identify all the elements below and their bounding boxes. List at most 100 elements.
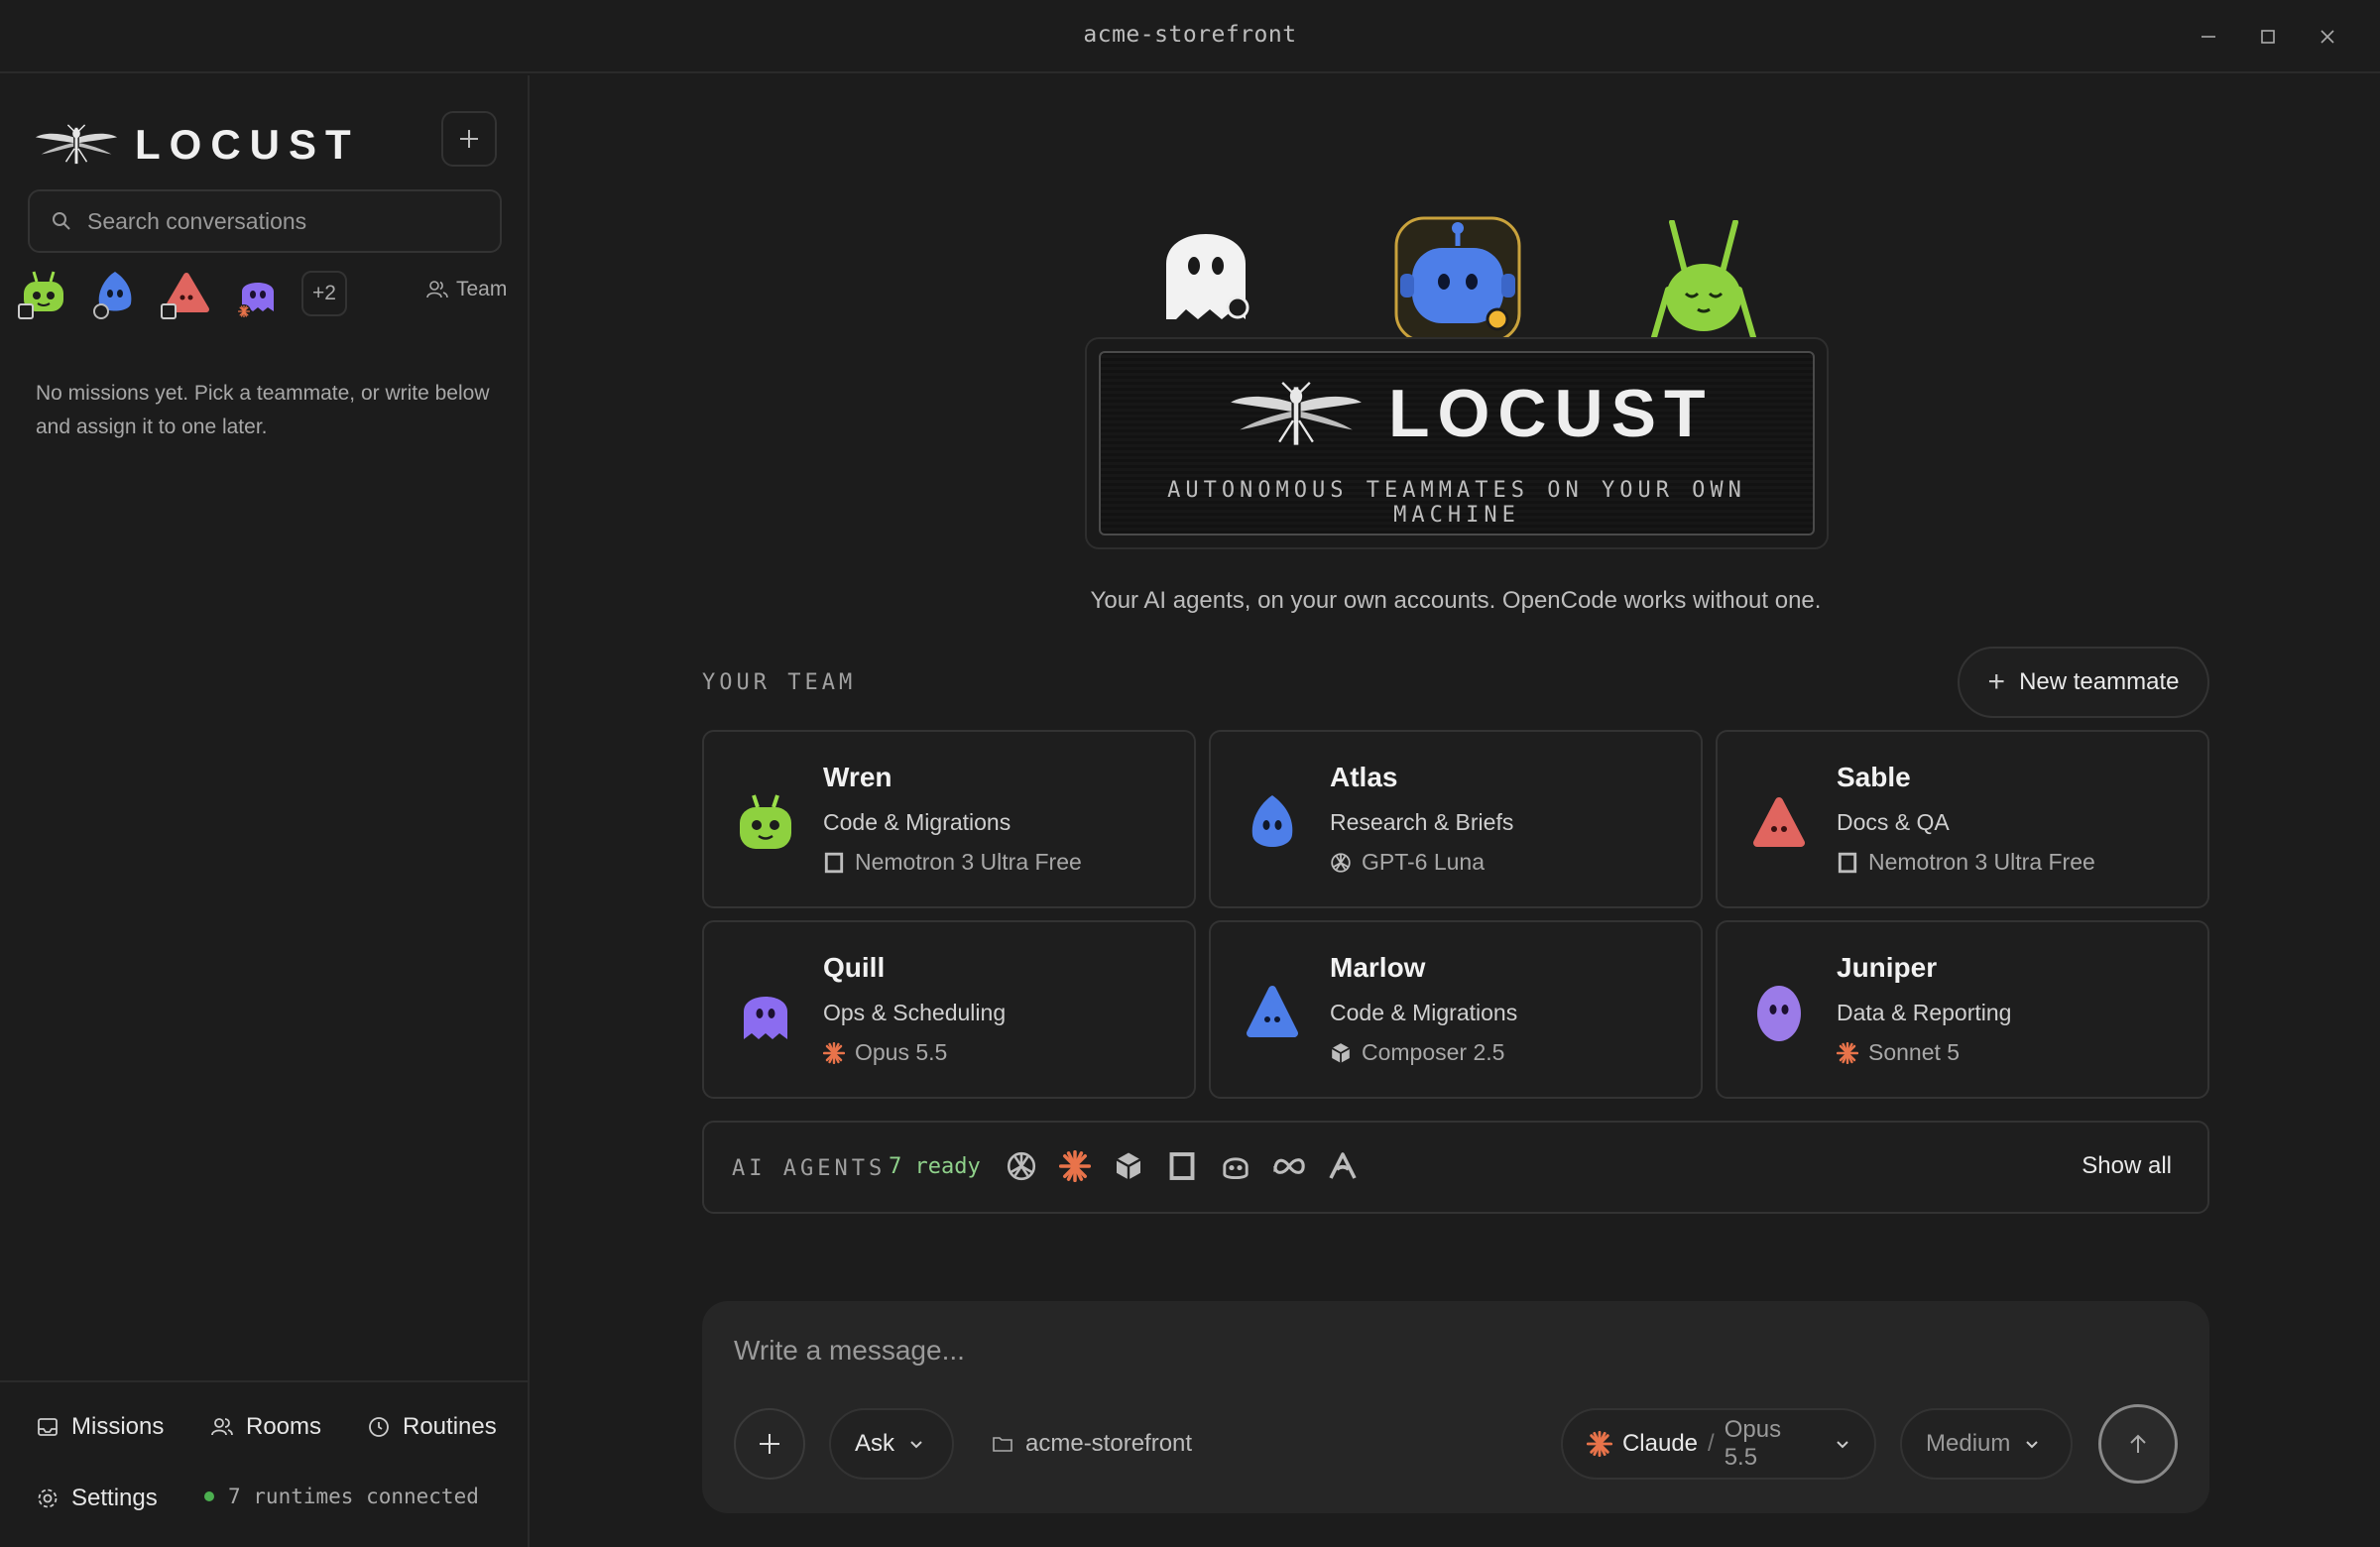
workspace-folder-label: acme-storefront — [1025, 1430, 1193, 1457]
teammate-role: Data & Reporting — [1837, 1000, 2012, 1025]
folder-icon — [993, 1437, 1012, 1452]
teammate-model: Nemotron 3 Ultra Free — [1837, 849, 2095, 876]
teammate-model-label: Sonnet 5 — [1868, 1039, 1961, 1065]
effort-select[interactable]: Medium — [1900, 1408, 2073, 1480]
teammate-model: Composer 2.5 — [1330, 1039, 1504, 1066]
message-composer: Ask acme-storefront Claude / Opus 5.5 Me… — [702, 1301, 2209, 1513]
blue-drop-icon — [1251, 795, 1293, 847]
sidebar-logo: LOCUST — [34, 115, 360, 175]
nav-rooms[interactable]: Rooms — [210, 1413, 321, 1441]
message-input[interactable] — [734, 1335, 2122, 1378]
teammate-model-label: Nemotron 3 Ultra Free — [1868, 849, 2095, 875]
provider-badge — [161, 303, 177, 319]
minimize-button[interactable] — [2192, 20, 2225, 54]
search-icon — [53, 212, 70, 230]
openai-icon[interactable] — [1004, 1148, 1039, 1184]
claude-icon — [1837, 1042, 1858, 1064]
teammate-card-sable[interactable]: Sable Docs & QA Nemotron 3 Ultra Free — [1716, 730, 2209, 908]
nav-missions-label: Missions — [71, 1413, 165, 1440]
teammate-name: Marlow — [1330, 952, 1426, 983]
search-box[interactable] — [28, 189, 502, 253]
attach-button[interactable] — [734, 1408, 805, 1480]
teammate-name: Wren — [823, 762, 892, 792]
purple-ghost-icon — [744, 997, 787, 1039]
more-teammates-count[interactable]: +2 — [301, 271, 347, 316]
mode-select[interactable]: Ask — [829, 1408, 954, 1480]
ai-agents-label: AI AGENTS — [732, 1156, 887, 1181]
ai-agents-bar: AI AGENTS 7 ready Show all — [702, 1121, 2209, 1214]
maximize-button[interactable] — [2251, 20, 2285, 54]
ai-agents-icons — [1004, 1148, 1378, 1184]
show-all-button[interactable]: Show all — [2082, 1152, 2172, 1180]
claude-icon — [1587, 1431, 1612, 1457]
nav-settings[interactable]: Settings — [36, 1485, 158, 1512]
teammate-model: GPT-6 Luna — [1330, 849, 1485, 876]
green-bug-mascot — [1651, 220, 1756, 339]
new-conversation-button[interactable] — [441, 111, 497, 167]
plus-icon — [460, 130, 478, 148]
avatar-atlas[interactable] — [87, 266, 143, 321]
arrow-a-icon[interactable] — [1325, 1148, 1361, 1184]
plus-icon — [760, 1434, 779, 1454]
maximize-icon — [2261, 30, 2275, 44]
red-triangle-icon — [1753, 797, 1805, 847]
status-dot — [204, 1491, 214, 1501]
meta-icon[interactable] — [1271, 1148, 1307, 1184]
nav-settings-label: Settings — [71, 1485, 158, 1511]
provider-badge — [18, 303, 34, 319]
green-robot-icon — [740, 794, 791, 849]
purple-ghost-icon — [237, 283, 274, 318]
square-icon[interactable] — [1164, 1148, 1200, 1184]
team-link[interactable]: Team — [426, 278, 507, 301]
ai-agents-ready: 7 ready — [889, 1154, 981, 1179]
runtime-status: 7 runtimes connected — [204, 1485, 479, 1508]
inbox-icon — [38, 1418, 58, 1436]
chevron-down-icon — [2026, 1441, 2039, 1449]
cube-icon — [1330, 1042, 1352, 1064]
model-select[interactable]: Claude / Opus 5.5 — [1561, 1408, 1876, 1480]
workspace-folder[interactable]: acme-storefront — [992, 1430, 1192, 1458]
teammate-name: Quill — [823, 952, 886, 983]
team-section-label: YOUR TEAM — [702, 670, 857, 695]
teammate-role: Code & Migrations — [1330, 1000, 1518, 1025]
teammate-card-atlas[interactable]: Atlas Research & Briefs GPT-6 Luna — [1209, 730, 1703, 908]
nav-routines-label: Routines — [403, 1413, 497, 1440]
nav-missions[interactable]: Missions — [36, 1413, 164, 1441]
teammate-role: Docs & QA — [1837, 809, 1950, 835]
avatar-wren[interactable] — [16, 266, 71, 321]
teammate-role: Research & Briefs — [1330, 809, 1514, 835]
teammate-card-juniper[interactable]: Juniper Data & Reporting Sonnet 5 — [1716, 920, 2209, 1099]
users-icon — [426, 281, 448, 298]
close-button[interactable] — [2311, 20, 2344, 54]
hero-brand: LOCUST — [1388, 376, 1714, 451]
claude-icon[interactable] — [1057, 1148, 1093, 1184]
teammate-avatars: +2 — [16, 264, 347, 323]
clock-icon — [369, 1417, 389, 1437]
close-icon — [2320, 30, 2334, 44]
teammate-model: Opus 5.5 — [823, 1039, 947, 1066]
hero-subtitle: AUTONOMOUS TEAMMATES ON YOUR OWN MACHINE — [1167, 478, 1746, 528]
search-input[interactable] — [87, 207, 484, 235]
mode-select-label: Ask — [855, 1430, 895, 1457]
teammate-model-label: Opus 5.5 — [855, 1039, 948, 1065]
claude-icon — [823, 1042, 845, 1064]
teammate-card-marlow[interactable]: Marlow Code & Migrations Composer 2.5 — [1209, 920, 1703, 1099]
blue-robot-mascot — [1394, 216, 1521, 343]
locust-logo-icon — [1228, 375, 1365, 454]
square-icon — [823, 852, 845, 874]
copilot-icon[interactable] — [1218, 1148, 1253, 1184]
new-teammate-button[interactable]: + New teammate — [1958, 647, 2209, 718]
model-provider: Claude — [1621, 1430, 1699, 1457]
nav-routines[interactable]: Routines — [367, 1413, 497, 1441]
white-ghost-mascot — [1166, 234, 1250, 319]
teammate-card-quill[interactable]: Quill Ops & Scheduling Opus 5.5 — [702, 920, 1196, 1099]
title-bar: acme-storefront — [0, 0, 2380, 73]
cube-icon[interactable] — [1111, 1148, 1146, 1184]
avatar-quill[interactable] — [230, 266, 286, 321]
send-button[interactable] — [2098, 1404, 2178, 1484]
avatar-sable[interactable] — [159, 266, 214, 321]
effort-select-label: Medium — [1926, 1430, 2011, 1457]
violet-egg-icon — [1757, 986, 1801, 1041]
teammate-card-wren[interactable]: Wren Code & Migrations Nemotron 3 Ultra … — [702, 730, 1196, 908]
empty-missions-note: No missions yet. Pick a teammate, or wri… — [36, 382, 490, 438]
